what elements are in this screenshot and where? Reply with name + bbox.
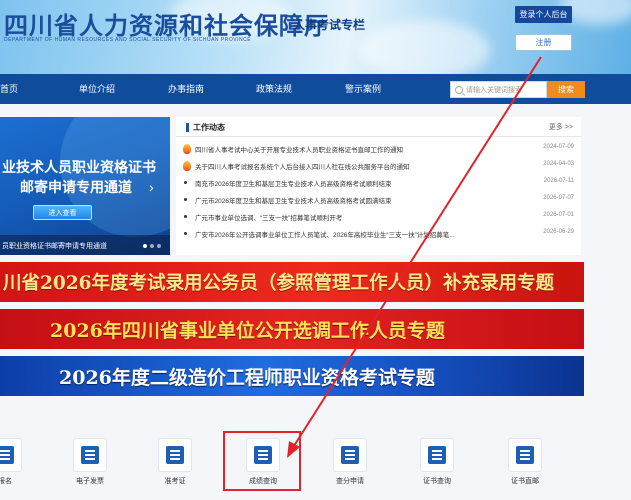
annotation-arrow [287,56,542,458]
page: 四川省人力资源和社会保障厅 DEPARTMENT OF HUMAN RESOUR… [0,0,631,500]
